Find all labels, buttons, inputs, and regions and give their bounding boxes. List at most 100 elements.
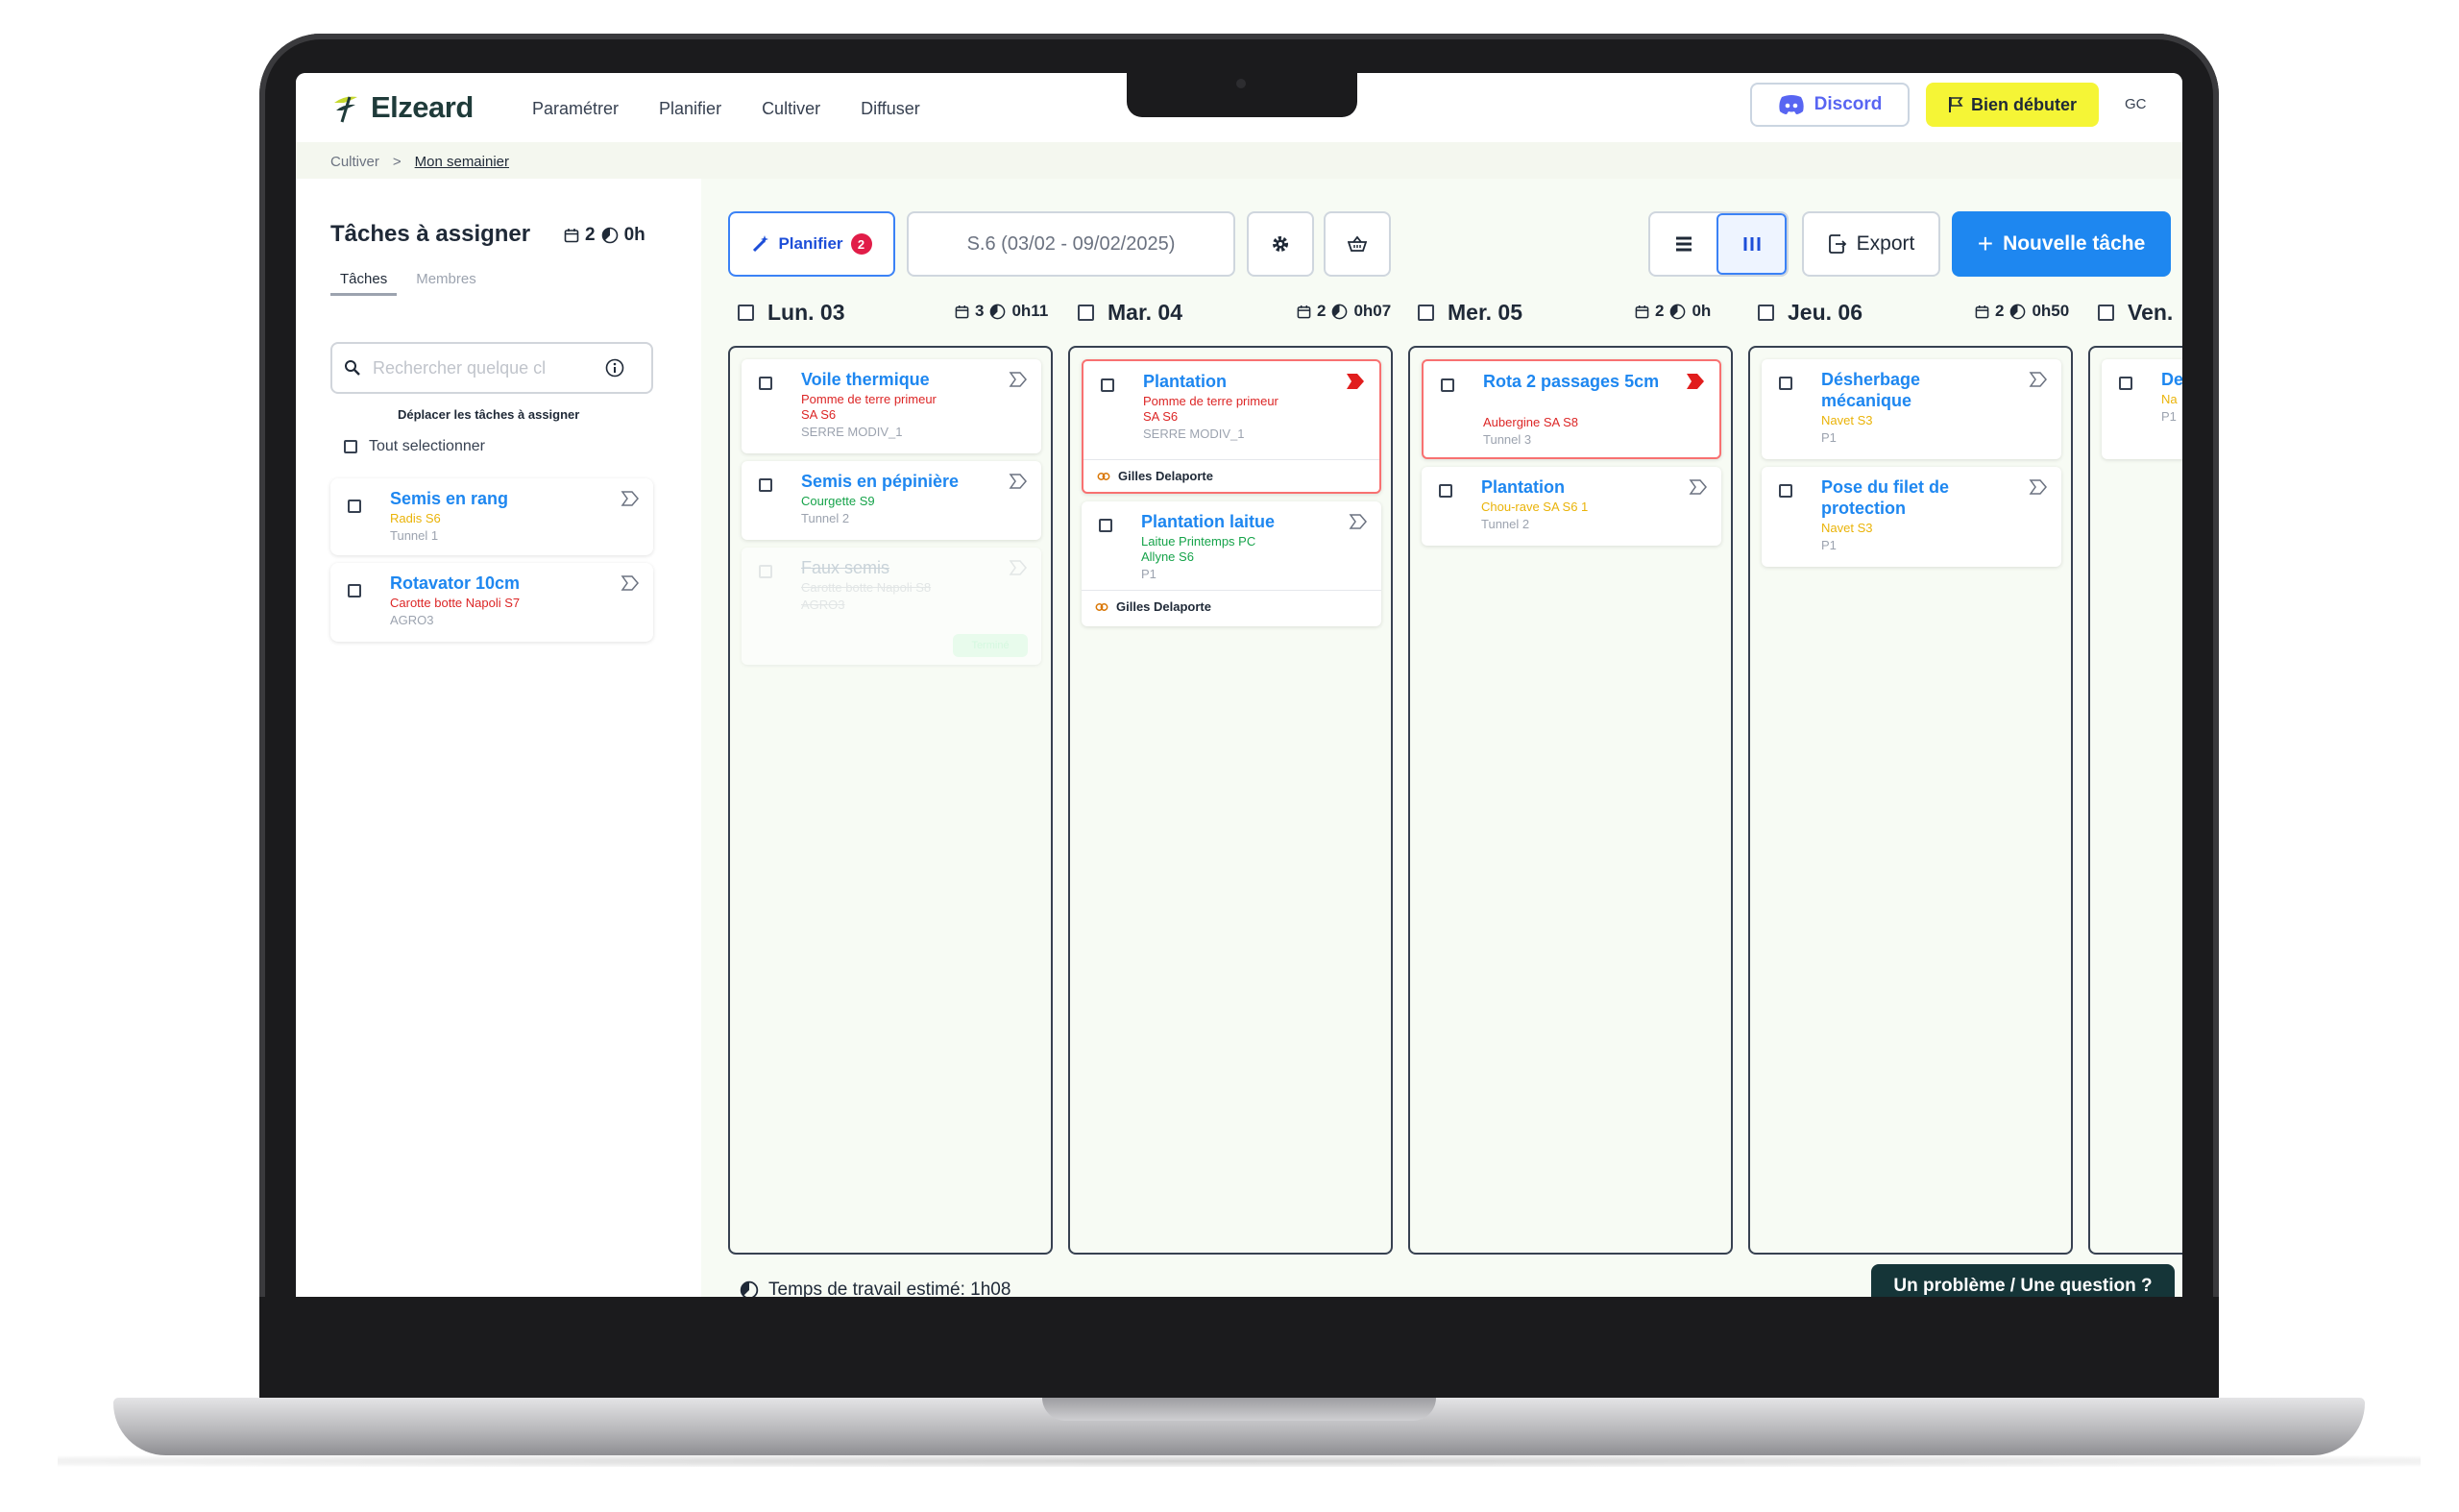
task-card-urgent[interactable]: Rota 2 passages 5cm Aubergine SA S8 Tunn… (1422, 359, 1721, 459)
task-location: P1 (2161, 409, 2177, 424)
priority-flag-icon[interactable] (1685, 373, 1706, 390)
assign-tag-icon[interactable] (621, 490, 640, 507)
task-card[interactable]: Plantation laitue Laitue Printemps PC Al… (1082, 501, 1381, 626)
day-checkbox[interactable] (2098, 304, 2114, 321)
nav-planifier[interactable]: Planifier (659, 99, 721, 119)
assign-tag-icon[interactable] (1009, 559, 1028, 576)
task-card[interactable]: Désherbage mécanique Navet S3 P1 (1762, 359, 2061, 459)
user-avatar[interactable]: GC (2125, 96, 2147, 112)
brand-logo[interactable]: Elzeard (330, 90, 474, 125)
day-column: Plantation Pomme de terre primeur SA S6 … (1068, 346, 1393, 1255)
task-location: SERRE MODIV_1 (801, 425, 903, 439)
day-column: Voile thermique Pomme de terre primeur S… (728, 346, 1053, 1255)
breadcrumb-bar (296, 142, 2182, 179)
task-title: Plantation (1143, 372, 1228, 391)
task-crop: Pomme de terre primeur (801, 392, 937, 406)
task-checkbox[interactable] (1101, 378, 1114, 392)
day-checkbox[interactable] (1078, 304, 1094, 321)
day-count: 3 (975, 302, 985, 320)
columns-icon (1743, 237, 1760, 251)
assign-tag-icon[interactable] (1009, 371, 1028, 388)
task-checkbox[interactable] (759, 478, 772, 492)
discord-icon (1778, 95, 1804, 114)
timer-icon (2010, 304, 2026, 319)
task-checkbox[interactable] (1441, 378, 1454, 392)
task-title: Semis en rang (390, 489, 509, 508)
assign-tag-icon[interactable] (1009, 473, 1028, 490)
day-checkbox[interactable] (1758, 304, 1774, 321)
new-task-label: Nouvelle tâche (2003, 232, 2146, 255)
main-nav: Paramétrer Planifier Cultiver Diffuser (532, 99, 920, 119)
nav-cultiver[interactable]: Cultiver (762, 99, 820, 119)
export-button[interactable]: Export (1802, 211, 1940, 277)
task-checkbox[interactable] (348, 500, 361, 513)
task-card[interactable]: Plantation Chou-rave SA S6 1 Tunnel 2 (1422, 467, 1721, 546)
discord-button[interactable]: Discord (1750, 83, 1910, 127)
link-icon (1097, 472, 1110, 480)
task-checkbox[interactable] (759, 377, 772, 390)
select-all-checkbox[interactable] (344, 440, 357, 453)
assign-tag-icon[interactable] (2029, 371, 2048, 388)
week-selector[interactable]: S.6 (03/02 - 09/02/2025) (907, 211, 1235, 277)
unassigned-task-card[interactable]: Rotavator 10cm Carotte botte Napoli S7 A… (330, 563, 653, 642)
planifier-button[interactable]: Planifier 2 (728, 211, 895, 277)
breadcrumb-current[interactable]: Mon semainier (415, 154, 509, 170)
priority-flag-icon[interactable] (1345, 373, 1366, 390)
task-crop: SA S6 (801, 407, 837, 422)
assign-tag-icon[interactable] (1349, 513, 1368, 530)
task-crop: Na (2161, 392, 2178, 406)
task-crop: Pomme de terre primeur (1143, 394, 1278, 408)
help-button[interactable]: Un problème / Une question ? (1871, 1264, 2175, 1297)
task-card[interactable]: Semis en pépinière Courgette S9 Tunnel 2 (742, 461, 1041, 540)
day-stats: 2 0h50 (1975, 302, 2069, 321)
nav-parametrer[interactable]: Paramétrer (532, 99, 619, 119)
new-task-button[interactable]: + Nouvelle tâche (1952, 211, 2171, 277)
task-checkbox[interactable] (759, 565, 772, 578)
timer-icon (740, 1280, 759, 1297)
settings-button[interactable] (1247, 211, 1314, 277)
task-checkbox[interactable] (1779, 377, 1792, 390)
task-checkbox[interactable] (1099, 519, 1112, 532)
task-checkbox[interactable] (1779, 484, 1792, 498)
nav-diffuser[interactable]: Diffuser (861, 99, 920, 119)
day-checkbox[interactable] (1418, 304, 1434, 321)
task-checkbox[interactable] (1439, 484, 1452, 498)
task-card-urgent[interactable]: Plantation Pomme de terre primeur SA S6 … (1082, 359, 1381, 494)
day-checkbox[interactable] (738, 304, 754, 321)
tab-taches[interactable]: Tâches (330, 271, 398, 296)
assignee-name: Gilles Delaporte (1118, 469, 1213, 483)
task-card[interactable]: Voile thermique Pomme de terre primeur S… (742, 359, 1041, 453)
tab-membres[interactable]: Membres (416, 271, 476, 296)
day-name: Lun. 03 (767, 299, 845, 325)
task-checkbox[interactable] (2119, 377, 2132, 390)
search-icon (345, 360, 360, 376)
day-header: Mer. 05 2 0h (1418, 298, 1742, 327)
columns-view-button[interactable] (1716, 213, 1787, 275)
info-icon[interactable] (605, 358, 624, 378)
task-card[interactable]: Pose du filet de protection Navet S3 P1 (1762, 467, 2061, 567)
app-screen: Elzeard Paramétrer Planifier Cultiver Di… (296, 73, 2182, 1297)
unassigned-task-card[interactable]: Semis en rang Radis S6 Tunnel 1 (330, 478, 653, 555)
task-count: 2 (585, 225, 596, 245)
tasks-to-assign-title: Tâches à assigner (330, 221, 531, 247)
search-input[interactable] (371, 356, 596, 379)
assign-tag-icon[interactable] (1689, 478, 1708, 496)
day-column: Désherbage mécanique Navet S3 P1 Pose du… (1748, 346, 2073, 1255)
task-card-done[interactable]: Faux semis Carotte botte Napoli S8 AGRO3… (742, 548, 1041, 665)
assign-tag-icon[interactable] (621, 574, 640, 592)
task-title: Rota 2 passages 5cm (1483, 372, 1660, 391)
task-crop: Chou-rave SA S6 1 (1481, 500, 1589, 514)
bien-debuter-button[interactable]: Bien débuter (1926, 83, 2099, 127)
timer-icon (990, 304, 1006, 319)
done-badge: Terminé (953, 634, 1028, 657)
list-view-button[interactable] (1650, 213, 1716, 275)
task-card[interactable]: De Na P1 (2102, 359, 2182, 459)
task-crop: Carotte botte Napoli S7 (390, 596, 521, 610)
task-location: Tunnel 1 (390, 528, 439, 543)
task-checkbox[interactable] (348, 584, 361, 597)
assign-tag-icon[interactable] (2029, 478, 2048, 496)
task-assignee: Gilles Delaporte (1097, 469, 1213, 483)
select-all[interactable]: Tout selectionner (344, 438, 485, 455)
breadcrumb-parent[interactable]: Cultiver (330, 154, 379, 170)
basket-button[interactable] (1324, 211, 1391, 277)
